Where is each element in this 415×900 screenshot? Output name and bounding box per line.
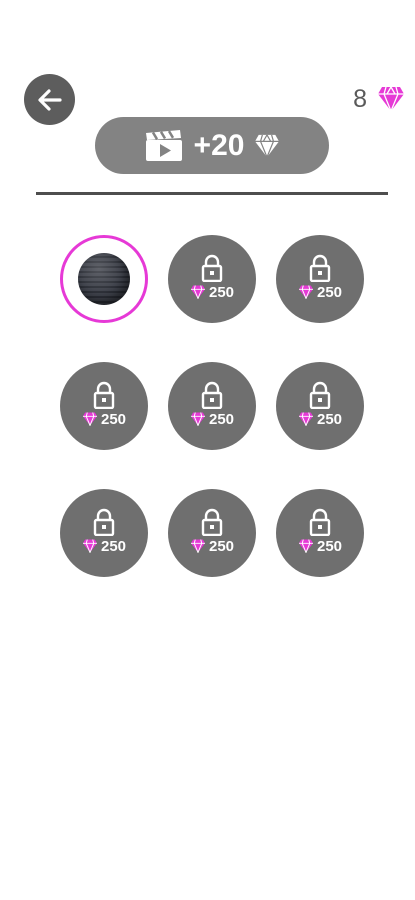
- skin-item-locked[interactable]: 250: [60, 489, 148, 577]
- skin-price: 250: [298, 411, 342, 428]
- skin-item-locked[interactable]: 250: [60, 362, 148, 450]
- diamond-icon: [255, 134, 280, 158]
- watch-video-reward-button[interactable]: +20: [95, 117, 329, 174]
- price-value: 250: [316, 537, 343, 555]
- diamond-icon: [378, 86, 404, 112]
- skin-shop-screen: 8 +20 250 250 250 250 250 250 250 250: [0, 0, 415, 900]
- gem-counter: 8: [353, 84, 405, 114]
- lock-icon: [309, 381, 331, 409]
- skin-price: 250: [82, 411, 126, 428]
- diamond-icon: [298, 412, 313, 426]
- skin-price: 250: [82, 538, 126, 555]
- skins-grid: 250 250 250 250 250 250 250 250: [60, 235, 365, 577]
- skin-item-locked[interactable]: 250: [168, 362, 256, 450]
- price-value: 250: [316, 283, 343, 301]
- lock-icon: [93, 508, 115, 536]
- diamond-icon: [190, 412, 205, 426]
- diamond-icon: [298, 285, 313, 299]
- gem-count: 8: [353, 84, 367, 113]
- diamond-icon: [190, 539, 205, 553]
- diamond-icon: [298, 539, 313, 553]
- skin-item-selected[interactable]: [60, 235, 148, 323]
- price-value: 250: [316, 410, 343, 428]
- price-value: 250: [208, 537, 235, 555]
- back-button[interactable]: [24, 74, 75, 125]
- price-value: 250: [208, 283, 235, 301]
- arrow-left-icon: [37, 88, 62, 111]
- lock-icon: [201, 254, 223, 282]
- diamond-icon: [82, 412, 97, 426]
- price-value: 250: [208, 410, 235, 428]
- lock-icon: [309, 254, 331, 282]
- lock-icon: [309, 508, 331, 536]
- header-divider: [36, 192, 388, 195]
- lock-icon: [93, 381, 115, 409]
- skin-item-locked[interactable]: 250: [276, 362, 364, 450]
- skin-price: 250: [190, 538, 234, 555]
- price-value: 250: [100, 537, 127, 555]
- skin-price: 250: [190, 284, 234, 301]
- skin-price: 250: [298, 538, 342, 555]
- lock-icon: [201, 381, 223, 409]
- price-value: 250: [100, 410, 127, 428]
- black-ball-skin: [78, 253, 130, 305]
- reward-amount: +20: [193, 128, 245, 162]
- skin-price: 250: [298, 284, 342, 301]
- diamond-icon: [190, 285, 205, 299]
- skin-item-locked[interactable]: 250: [168, 235, 256, 323]
- diamond-icon: [82, 539, 97, 553]
- skin-price: 250: [190, 411, 234, 428]
- skin-item-locked[interactable]: 250: [276, 235, 364, 323]
- skin-item-locked[interactable]: 250: [168, 489, 256, 577]
- lock-icon: [201, 508, 223, 536]
- skin-item-locked[interactable]: 250: [276, 489, 364, 577]
- clapperboard-play-icon: [145, 129, 182, 161]
